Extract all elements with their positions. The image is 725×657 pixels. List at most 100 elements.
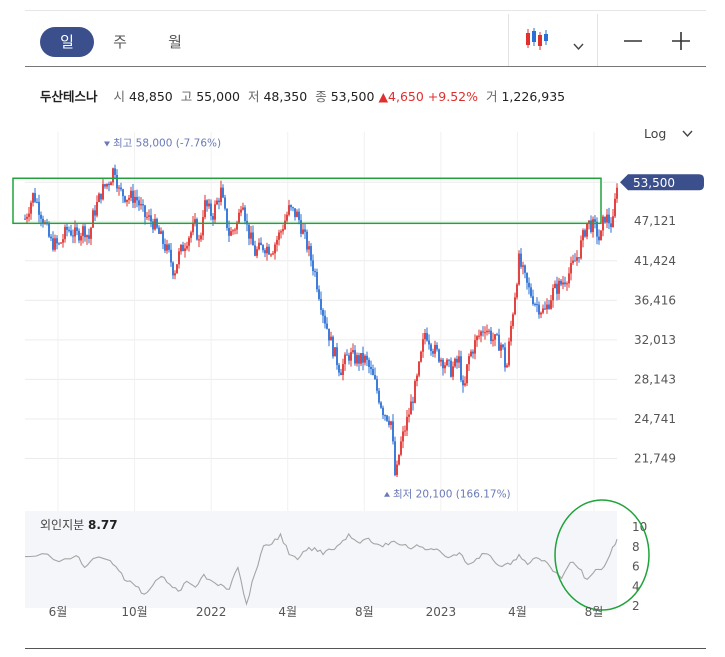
candle-body [208,203,210,207]
candle-body [142,204,144,206]
candle-body [562,282,564,285]
candle-body [362,352,364,363]
candle-body [418,361,420,376]
candle-series [24,164,618,477]
indicator-tick-label: 4 [632,579,640,593]
candle-body [384,415,386,417]
candle-body [476,336,478,341]
candle-body [148,215,150,217]
candle-body [32,193,34,203]
candle-body [316,271,318,290]
candle-body [452,366,454,377]
candle-body [264,250,266,254]
candle-body [232,230,234,232]
candle-body [70,230,72,236]
candle-body [586,222,588,237]
candle-body [56,238,58,244]
candle-body [168,244,170,250]
candle-body [126,199,128,202]
candle-body [212,216,214,220]
indicator-panel: 108642 [24,499,650,613]
candle-body [588,220,590,223]
candle-body [444,365,446,369]
time-tick-label: 8월 [585,605,604,619]
candle-body [154,218,156,230]
indicator-value: 8.77 [88,518,118,532]
indicator-label: 외인지분 8.77 [40,516,118,533]
candle-body [258,242,260,250]
candle-body [140,204,142,206]
candle-body [478,335,480,337]
candle-body [312,260,314,272]
candle-body [378,390,380,403]
candle-body [392,421,394,442]
candle-body [454,358,456,367]
candle-body [462,380,464,386]
candle-body [366,355,368,360]
candle-body [608,214,610,224]
candle-body [170,249,172,263]
candle-body [320,298,322,310]
candle-body [482,331,484,333]
time-tick-label: 4월 [508,605,527,619]
price-chart[interactable]: 53,500 47,121 41,424 36,416 32,013 28,143 24,7… [0,0,725,657]
candle-body [488,330,490,332]
candle-body [200,235,202,240]
candle-body [368,359,370,368]
candle-body [252,232,254,246]
candle-body [240,209,242,213]
candle-body [456,358,458,363]
price-tick-label: 41,424 [634,254,676,268]
candle-body [62,239,64,243]
candle-body [512,314,514,326]
time-tick-label: 2023 [426,605,457,619]
candle-body [214,204,216,220]
candle-body [94,210,96,216]
candle-body [182,244,184,252]
candle-body [86,235,88,238]
candle-body [442,359,444,369]
candle-body [464,383,466,386]
candle-body [60,242,62,244]
candle-body [172,262,174,276]
candle-body [176,264,178,274]
candle-body [490,330,492,341]
candle-body [48,223,50,237]
candle-body [280,231,282,233]
candle-body [84,226,86,238]
candle-body [344,354,346,365]
candle-body [524,265,526,273]
candle-body [96,201,98,216]
candle-body [536,304,538,306]
candle-body [386,415,388,421]
candle-body [550,300,552,309]
candle-body [192,223,194,233]
candle-body [88,235,90,239]
candle-body [112,168,114,183]
candle-body [422,339,424,352]
candle-body [270,254,272,256]
candle-body [472,351,474,354]
candle-body [412,401,414,403]
candle-body [544,308,546,310]
candle-body [74,227,76,237]
candle-body [80,235,82,241]
candle-body [26,216,28,219]
candle-body [614,198,616,217]
candle-body [198,239,200,241]
candle-body [546,304,548,310]
candle-body [564,282,566,285]
candle-body [616,187,618,199]
candle-body [516,284,518,298]
candle-body [244,207,246,221]
extreme-annotations: 최고 58,000 (-7.76%) 최저 20,100 (166.17%) [104,137,511,501]
candle-body [282,229,284,232]
candle-body [466,364,468,384]
candle-body [372,369,374,376]
candle-body [58,243,60,245]
candle-body [36,201,38,203]
time-tick-label: 6월 [49,605,68,619]
candle-body [286,214,288,221]
candle-body [416,375,418,382]
candle-body [558,280,560,294]
